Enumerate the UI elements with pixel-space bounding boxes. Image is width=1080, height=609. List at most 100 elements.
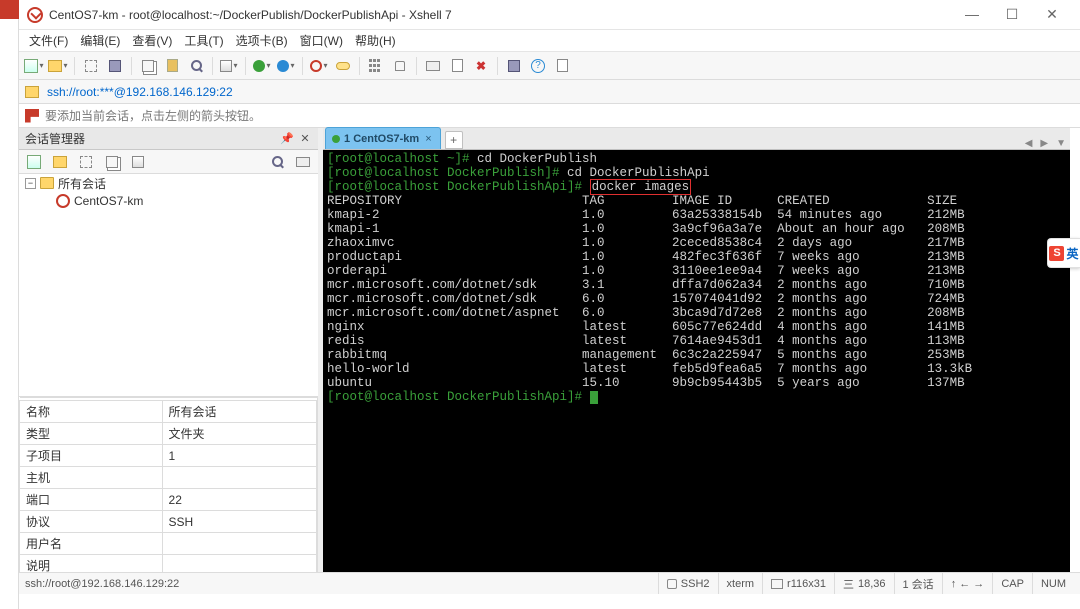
sogou-icon: S [1049, 246, 1064, 261]
connect-button[interactable] [80, 55, 102, 77]
status-pos: 三 18,36 [834, 573, 894, 594]
properties-panel: 名称所有会话 类型文件夹子项目1主机端口22协议SSH用户名说明 [19, 397, 318, 572]
flag-icon [25, 109, 39, 123]
toolbar: ✖ ? [19, 52, 1080, 80]
ime-toolbar[interactable]: S 英 [1047, 238, 1080, 268]
menu-tabs[interactable]: 选项卡(B) [230, 30, 294, 51]
menu-view[interactable]: 查看(V) [126, 30, 178, 51]
tree-root[interactable]: − 所有会话 [19, 174, 318, 192]
pin-icon[interactable]: 📌 [280, 132, 294, 146]
help-button[interactable]: ? [527, 55, 549, 77]
tree-root-label: 所有会话 [58, 175, 106, 192]
menu-tools[interactable]: 工具(T) [178, 30, 229, 51]
menu-window[interactable]: 窗口(W) [294, 30, 349, 51]
menu-edit[interactable]: 编辑(E) [74, 30, 126, 51]
right-rail [1070, 128, 1080, 572]
left-gutter-tab[interactable] [0, 0, 19, 19]
status-size: r116x31 [762, 573, 834, 594]
copy-button[interactable] [137, 55, 159, 77]
tab-next-button[interactable]: ▶ [1036, 138, 1052, 149]
addr-icon[interactable] [25, 86, 39, 98]
status-sessions: 1 会话 [894, 573, 942, 594]
sess-folder-button[interactable] [49, 151, 71, 173]
tip-bar: 要添加当前会话，点击左侧的箭头按钮。 [19, 104, 1080, 128]
session-button[interactable] [422, 55, 444, 77]
menu-file[interactable]: 文件(F) [23, 30, 74, 51]
prop-row: 子项目1 [20, 445, 317, 467]
cancel-red-button[interactable]: ✖ [470, 55, 492, 77]
new-session-button[interactable] [23, 55, 45, 77]
collapse-icon[interactable]: − [25, 178, 36, 189]
tab-menu-button[interactable]: ▼ [1052, 138, 1070, 149]
tree-item-label: CentOS7-km [74, 194, 143, 208]
tab-prev-button[interactable]: ◀ [1021, 138, 1037, 149]
minimize-button[interactable]: — [952, 3, 992, 27]
app-icon [27, 7, 43, 23]
session-tree[interactable]: − 所有会话 CentOS7-km [19, 174, 318, 397]
sess-new-button[interactable] [23, 151, 45, 173]
status-cap: CAP [992, 573, 1032, 594]
tip-text: 要添加当前会话，点击左侧的箭头按钮。 [45, 107, 261, 124]
lock-button[interactable] [389, 55, 411, 77]
status-term: xterm [718, 573, 763, 594]
menubar: 文件(F) 编辑(E) 查看(V) 工具(T) 选项卡(B) 窗口(W) 帮助(… [19, 30, 1080, 52]
ime-lang: 英 [1066, 245, 1078, 262]
prop-row: 说明 [20, 555, 317, 573]
open-session-button[interactable] [47, 55, 69, 77]
sess-list-button[interactable] [292, 151, 314, 173]
titlebar: CentOS7-km - root@localhost:~/DockerPubl… [19, 0, 1080, 30]
prop-row: 端口22 [20, 489, 317, 511]
color-blue-button[interactable] [275, 55, 297, 77]
session-manager-header: 会话管理器 📌 ✕ [19, 128, 318, 150]
status-ssh: SSH2 [658, 573, 718, 594]
lock-icon [667, 579, 677, 589]
find-button[interactable] [185, 55, 207, 77]
new-tab-button[interactable]: + [445, 131, 463, 149]
sess-link-button[interactable] [75, 151, 97, 173]
session-toolbar [19, 150, 318, 174]
prop-row: 类型文件夹 [20, 423, 317, 445]
prop-row-name: 名称所有会话 [20, 401, 317, 423]
key-button[interactable] [332, 55, 354, 77]
close-panel-icon[interactable]: ✕ [298, 132, 312, 146]
properties-button[interactable] [218, 55, 240, 77]
prop-key: 名称 [20, 401, 163, 423]
window-title: CentOS7-km - root@localhost:~/DockerPubl… [49, 8, 952, 22]
maximize-button[interactable]: ☐ [992, 3, 1032, 27]
misc2-button[interactable] [551, 55, 573, 77]
tab-close-icon[interactable]: × [423, 133, 433, 145]
tab-status-icon [332, 135, 340, 143]
terminal[interactable]: [root@localhost ~]# cd DockerPublish [ro… [323, 150, 1070, 572]
sess-search-button[interactable] [266, 151, 288, 173]
address-bar: ssh://root:***@192.168.146.129:22 [19, 80, 1080, 104]
bottom-strip [0, 594, 1080, 609]
tree-item-centos[interactable]: CentOS7-km [19, 192, 318, 210]
folder-icon [40, 177, 54, 189]
session-icon [56, 194, 70, 208]
color-green-button[interactable] [251, 55, 273, 77]
status-links: ↑ ← → [942, 573, 993, 594]
status-path: ssh://root@192.168.146.129:22 [25, 578, 179, 590]
grid-button[interactable] [365, 55, 387, 77]
prop-row: 协议SSH [20, 511, 317, 533]
menu-help[interactable]: 帮助(H) [349, 30, 402, 51]
sess-prop-button[interactable] [127, 151, 149, 173]
session-manager-title: 会话管理器 [25, 130, 85, 147]
prop-row: 用户名 [20, 533, 317, 555]
paste-button[interactable] [161, 55, 183, 77]
left-gutter [0, 0, 19, 609]
sess-copy-button[interactable] [101, 151, 123, 173]
app-red-button[interactable] [308, 55, 330, 77]
address-text[interactable]: ssh://root:***@192.168.146.129:22 [47, 85, 233, 99]
prop-val: 所有会话 [162, 401, 316, 423]
close-button[interactable]: ✕ [1032, 3, 1072, 27]
monitor-icon [771, 579, 783, 589]
disconnect-button[interactable] [104, 55, 126, 77]
tab-centos[interactable]: 1 CentOS7-km × [325, 127, 441, 149]
status-bar: ssh://root@192.168.146.129:22 SSH2 xterm… [19, 572, 1080, 594]
terminal-tabs: 1 CentOS7-km × + ◀ ▶ ▼ [323, 128, 1070, 150]
doc-button[interactable] [446, 55, 468, 77]
status-num: NUM [1032, 573, 1074, 594]
misc1-button[interactable] [503, 55, 525, 77]
prop-row: 主机 [20, 467, 317, 489]
